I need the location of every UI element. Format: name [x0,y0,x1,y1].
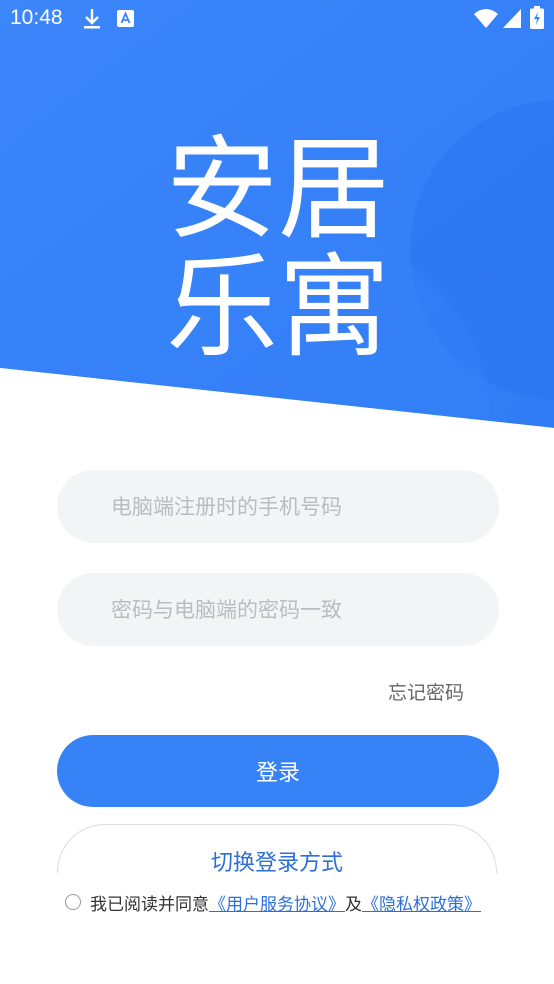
phone-field[interactable] [57,470,499,543]
app-logo: 安居 乐寓 [166,128,390,358]
password-field[interactable] [57,573,499,646]
wifi-icon [474,9,498,28]
keyboard-a-icon [117,10,134,27]
status-time: 10:48 [10,6,63,29]
password-input[interactable] [109,596,473,623]
logo-line1: 安居 [166,128,390,255]
status-bar: 10:48 [0,0,554,40]
battery-charging-icon [530,6,544,29]
phone-input[interactable] [109,493,473,520]
agreement-and: 及 [345,894,362,915]
agreement-row: 我已阅读并同意 《用户服务协议》 及 《隐私权政策》 [65,890,481,915]
agreement-prefix: 我已阅读并同意 [90,894,209,915]
logo-line2: 乐寓 [166,243,390,358]
privacy-policy-link[interactable]: 《隐私权政策》 [362,890,481,915]
login-button[interactable]: 登录 [57,735,499,807]
user-service-agreement-link[interactable]: 《用户服务协议》 [209,890,345,915]
forgot-password-link[interactable]: 忘记密码 [388,678,464,705]
download-icon [84,9,100,29]
agreement-radio[interactable] [65,894,81,910]
signal-icon [503,9,521,28]
